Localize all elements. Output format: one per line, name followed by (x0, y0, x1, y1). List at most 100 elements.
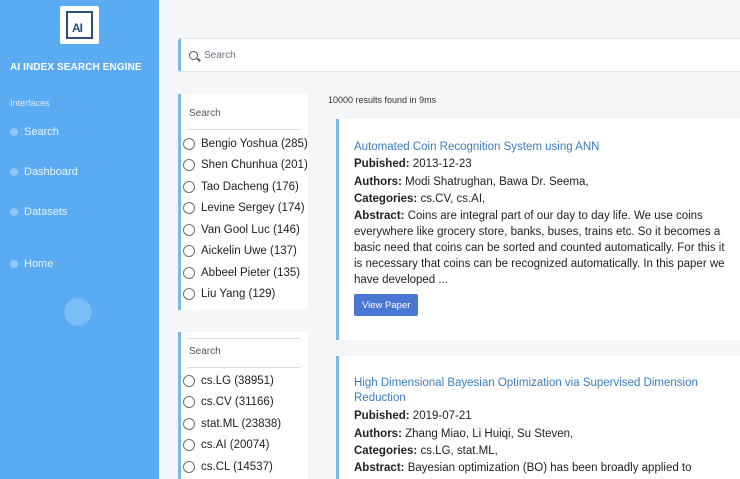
logo[interactable]: AI (60, 6, 99, 44)
logo-text: AI (72, 21, 83, 35)
radio-button[interactable] (183, 224, 195, 236)
authors-label: Authors: (354, 428, 402, 440)
published-label: Pubished: (354, 410, 410, 422)
sidebar-item-dashboard[interactable]: Dashboard (10, 164, 78, 180)
abstract-line: have developed ... (354, 274, 448, 286)
search-icon (189, 50, 198, 60)
authors-label: Authors: (354, 176, 402, 188)
result-categories: Categories: cs.LG, stat.ML, (354, 445, 498, 457)
sidebar-item-label: Search (24, 126, 59, 138)
result-authors: Authors: Zhang Miao, Li Huiqi, Su Steven… (354, 428, 573, 440)
author-option[interactable]: Shen Chunhua (201) (183, 156, 308, 174)
abstract-line: Bayesian optimization (BO) has been broa… (407, 462, 692, 474)
radio-button[interactable] (183, 288, 195, 300)
radio-button[interactable] (183, 159, 195, 171)
author-option[interactable]: Abbeel Pieter (135) (183, 264, 300, 282)
facet-divider (187, 129, 300, 130)
home-icon (10, 260, 18, 268)
radio-button[interactable] (183, 375, 195, 387)
authors-facet: Bengio Yoshua (285) Shen Chunhua (201) T… (178, 94, 308, 310)
category-option[interactable]: cs.LG (38951) (183, 372, 274, 390)
main-search-bar (178, 38, 740, 72)
radio-button[interactable] (183, 439, 195, 451)
result-title-link[interactable]: High Dimensional Bayesian Optimization v… (354, 376, 724, 406)
author-option[interactable]: Aickelin Uwe (137) (183, 242, 297, 260)
result-categories: Categories: cs.CV, cs.AI, (354, 193, 485, 205)
author-option[interactable]: Levine Sergey (174) (183, 199, 305, 217)
categories-value: cs.LG, stat.ML, (420, 445, 498, 457)
authors-value: Zhang Miao, Li Huiqi, Su Steven, (405, 428, 574, 440)
sidebar: AI AI INDEX SEARCH ENGINE Interfaces Sea… (0, 0, 159, 479)
nav-section-label: Interfaces (10, 98, 50, 108)
category-option-label: cs.LG (38951) (201, 375, 274, 387)
author-option-label: Van Gool Luc (146) (201, 224, 300, 236)
author-option-label: Bengio Yoshua (285) (201, 138, 308, 150)
sidebar-item-search[interactable]: Search (10, 124, 59, 140)
category-option[interactable]: stat.ML (23838) (183, 415, 281, 433)
radio-button[interactable] (183, 461, 195, 473)
abstract-line: is necessary that coins can be recognize… (354, 258, 725, 270)
result-title-link[interactable]: Automated Coin Recognition System using … (354, 140, 724, 155)
brand-title: AI INDEX SEARCH ENGINE (10, 62, 142, 73)
logo-frame: AI (66, 11, 93, 39)
author-option-label: Liu Yang (129) (201, 288, 276, 300)
result-published: Pubished: 2013-12-23 (354, 158, 472, 170)
author-option-label: Levine Sergey (174) (201, 202, 305, 214)
radio-button[interactable] (183, 396, 195, 408)
category-option-label: cs.CV (31166) (201, 396, 274, 408)
published-value: 2019-07-21 (412, 410, 472, 422)
result-abstract: Abstract: Bayesian optimization (BO) has… (354, 460, 739, 476)
abstract-line: Coins are integral part of our day to da… (407, 210, 703, 222)
author-option-label: Aickelin Uwe (137) (201, 245, 297, 257)
sidebar-toggle-button[interactable] (64, 298, 92, 326)
result-authors: Authors: Modi Shatrughan, Bawa Dr. Seema… (354, 176, 589, 188)
search-icon (10, 128, 18, 136)
radio-button[interactable] (183, 202, 195, 214)
author-option[interactable]: Tao Dacheng (176) (183, 178, 299, 196)
category-option-label: stat.ML (23838) (201, 418, 282, 430)
result-published: Pubished: 2019-07-21 (354, 410, 472, 422)
categories-value: cs.CV, cs.AI, (420, 193, 486, 205)
facet-divider (187, 338, 300, 339)
published-value: 2013-12-23 (412, 158, 472, 170)
results-count: 10000 results found in 9ms (328, 95, 437, 105)
category-option[interactable]: cs.CL (14537) (183, 458, 273, 476)
categories-facet: cs.LG (38951) cs.CV (31166) stat.ML (238… (178, 332, 308, 479)
view-paper-button[interactable]: View Paper (354, 294, 419, 316)
category-option-label: cs.CL (14537) (201, 461, 273, 473)
author-option[interactable]: Van Gool Luc (146) (183, 221, 300, 239)
category-option-label: cs.AI (20074) (201, 439, 270, 451)
abstract-line: basic need that coins can be sorted and … (354, 242, 725, 254)
author-option-label: Abbeel Pieter (135) (201, 267, 301, 279)
categories-label: Categories: (354, 445, 418, 457)
category-option[interactable]: cs.CV (31166) (183, 393, 274, 411)
authors-value: Modi Shatrughan, Bawa Dr. Seema, (405, 176, 589, 188)
radio-button[interactable] (183, 138, 195, 150)
abstract-label: Abstract: (354, 462, 405, 474)
author-option[interactable]: Bengio Yoshua (285) (183, 135, 308, 153)
datasets-icon (10, 208, 18, 216)
author-option[interactable]: Liu Yang (129) (183, 285, 275, 303)
author-option-label: Shen Chunhua (201) (201, 159, 308, 171)
dashboard-icon (10, 168, 18, 176)
authors-facet-search-input[interactable] (189, 108, 299, 119)
result-card: Automated Coin Recognition System using … (336, 119, 740, 340)
category-option[interactable]: cs.AI (20074) (183, 436, 269, 454)
radio-button[interactable] (183, 418, 195, 430)
result-card: High Dimensional Bayesian Optimization v… (336, 356, 740, 479)
published-label: Pubished: (354, 158, 410, 170)
sidebar-item-datasets[interactable]: Datasets (10, 204, 67, 220)
categories-label: Categories: (354, 193, 418, 205)
categories-facet-search-input[interactable] (189, 346, 299, 357)
sidebar-item-home[interactable]: Home (10, 256, 53, 272)
radio-button[interactable] (183, 181, 195, 193)
result-abstract: Abstract: Coins are integral part of our… (354, 208, 739, 288)
radio-button[interactable] (183, 245, 195, 257)
sidebar-item-label: Datasets (24, 206, 68, 218)
abstract-line: everywhere like grocery store, banks, bu… (354, 226, 721, 238)
radio-button[interactable] (183, 267, 195, 279)
sidebar-item-label: Dashboard (24, 166, 78, 178)
search-input[interactable] (204, 49, 704, 61)
facet-divider (187, 367, 300, 368)
abstract-label: Abstract: (354, 210, 405, 222)
